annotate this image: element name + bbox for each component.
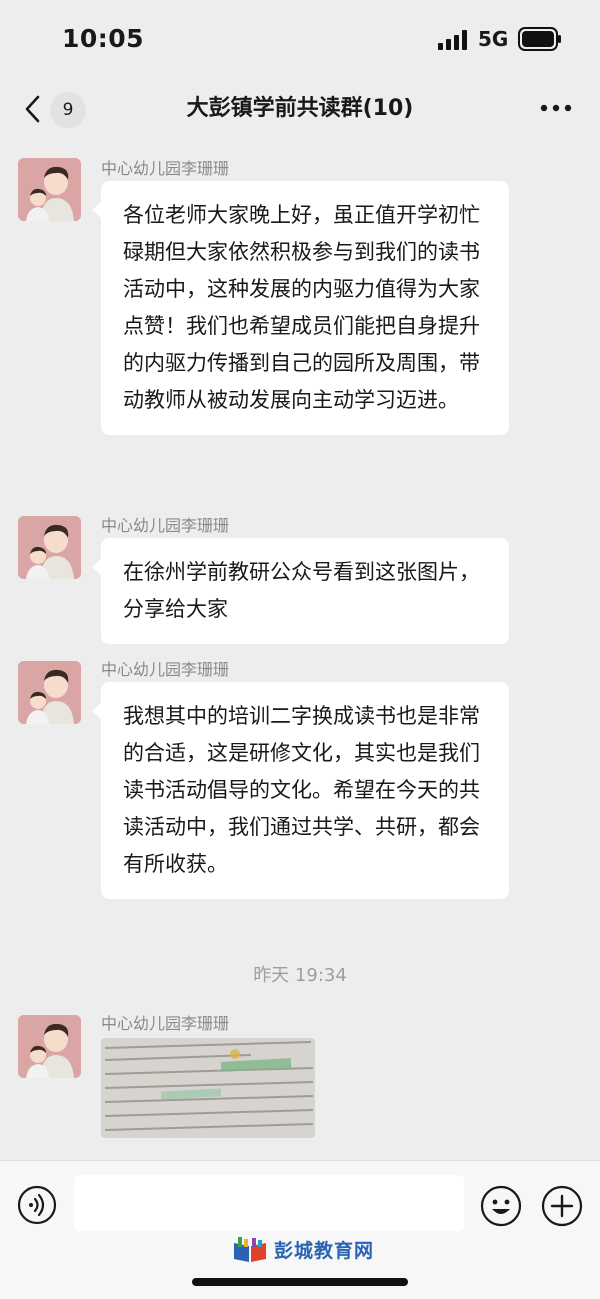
watermark-text: 彭城教育网 bbox=[274, 1240, 375, 1262]
avatar[interactable] bbox=[18, 661, 81, 724]
cartoon-family-avatar-icon bbox=[18, 1015, 81, 1078]
status-bar: 10:05 5G bbox=[0, 0, 600, 80]
message-bubble[interactable]: 各位老师大家晚上好，虽正值开学初忙碌期但大家依然积极参与到我们的读书活动中，这种… bbox=[92, 181, 509, 435]
more-horizontal-icon[interactable] bbox=[538, 94, 574, 122]
image-message[interactable] bbox=[101, 1038, 315, 1138]
chat-title: 大彭镇学前共读群(10) bbox=[186, 96, 414, 121]
sender-name: 中心幼儿园李珊珊 bbox=[101, 516, 230, 535]
message-text: 我想其中的培训二字换成读书也是非常的合适，这是研修文化，其实也是我们读书活动倡导… bbox=[123, 704, 480, 876]
message-text: 在徐州学前教研公众号看到这张图片，分享给大家 bbox=[123, 560, 480, 621]
plus-icon[interactable] bbox=[541, 1185, 583, 1227]
battery-full-icon bbox=[518, 27, 561, 51]
sender-name: 中心幼儿园李珊珊 bbox=[101, 1014, 230, 1033]
sender-name: 中心幼儿园李珊珊 bbox=[101, 660, 230, 679]
input-bar: 彭城教育网 bbox=[0, 1160, 600, 1299]
avatar[interactable] bbox=[18, 158, 81, 221]
avatar[interactable] bbox=[18, 1015, 81, 1078]
sender-name: 中心幼儿园李珊珊 bbox=[101, 159, 230, 178]
message-bubble[interactable]: 在徐州学前教研公众号看到这张图片，分享给大家 bbox=[92, 538, 509, 644]
open-book-logo-icon bbox=[234, 1237, 266, 1262]
shared-photo-thumbnail bbox=[101, 1038, 315, 1138]
message-input[interactable] bbox=[74, 1175, 464, 1231]
message-bubble[interactable]: 我想其中的培训二字换成读书也是非常的合适，这是研修文化，其实也是我们读书活动倡导… bbox=[92, 682, 509, 899]
cartoon-family-avatar-icon bbox=[18, 158, 81, 221]
network-label: 5G bbox=[478, 27, 509, 51]
status-time: 10:05 bbox=[62, 24, 145, 53]
cartoon-family-avatar-icon bbox=[18, 661, 81, 724]
home-indicator bbox=[192, 1278, 408, 1286]
chat-header: 9 大彭镇学前共读群(10) bbox=[0, 80, 600, 138]
cellular-signal-icon bbox=[438, 30, 467, 50]
cartoon-family-avatar-icon bbox=[18, 516, 81, 579]
watermark: 彭城教育网 bbox=[232, 1235, 382, 1265]
message-timestamp: 昨天 19:34 bbox=[253, 965, 347, 986]
message-text: 各位老师大家晚上好，虽正值开学初忙碌期但大家依然积极参与到我们的读书活动中，这种… bbox=[123, 203, 480, 412]
avatar[interactable] bbox=[18, 516, 81, 579]
voice-input-icon[interactable] bbox=[17, 1185, 57, 1225]
emoji-icon[interactable] bbox=[480, 1185, 522, 1227]
